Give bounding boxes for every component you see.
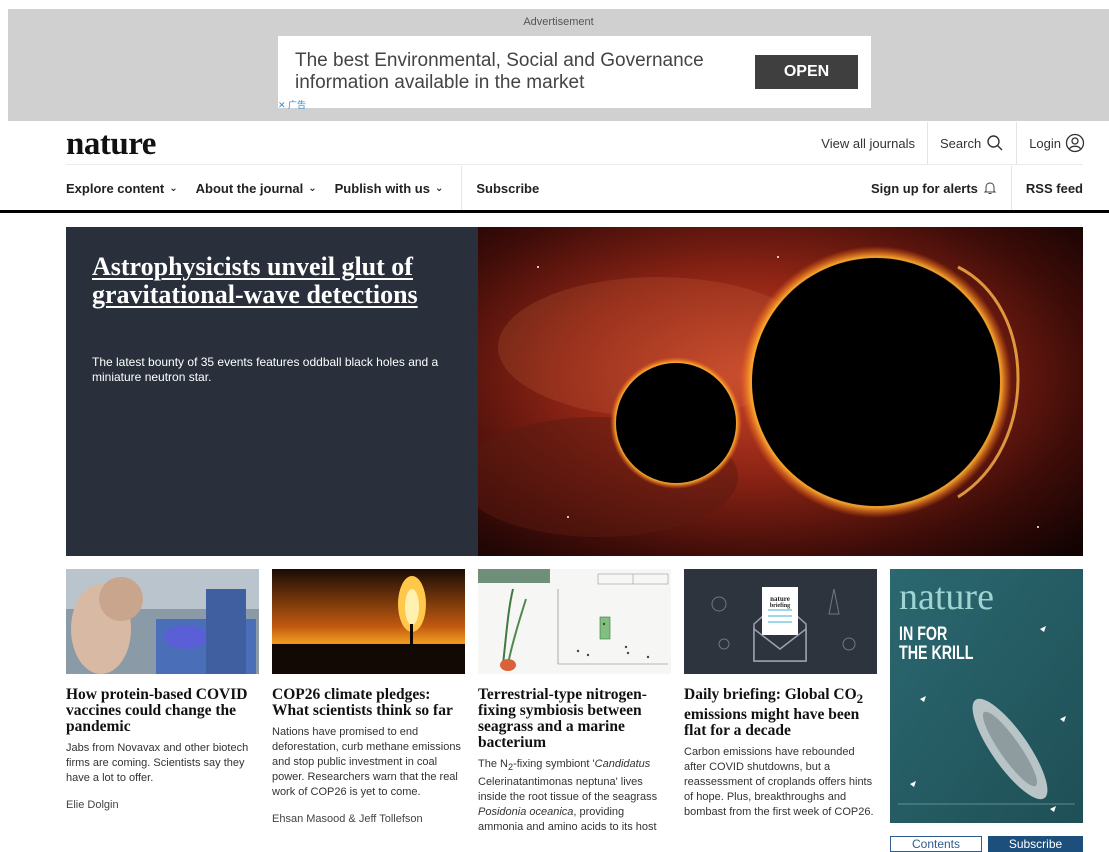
main-navigation: Explore content ⌄ About the journal ⌄ Publ… xyxy=(66,166,1083,210)
ad-label: Advertisement xyxy=(523,16,594,28)
news-card-protein-vaccines[interactable]: How protein-based COVID vaccines could c… xyxy=(66,569,259,811)
hero-title-link[interactable]: Astrophysicists unveil glut of gravitati… xyxy=(92,253,462,309)
advertisement-banner: Advertisement The best Environmental, So… xyxy=(8,9,1109,121)
svg-text:briefing: briefing xyxy=(770,603,790,609)
nav-bottom-rule xyxy=(0,210,1109,213)
cover-subscribe-button[interactable]: Subscribe xyxy=(988,836,1083,852)
bell-icon xyxy=(983,182,997,194)
cover-headline-line1: IN FOR xyxy=(899,624,948,645)
alerts-label: Sign up for alerts xyxy=(871,180,978,196)
hero-feature[interactable]: Astrophysicists unveil glut of gravitati… xyxy=(66,227,1083,556)
sign-up-alerts-link[interactable]: Sign up for alerts xyxy=(871,181,997,196)
card-title[interactable]: Daily briefing: Global CO2 emissions mig… xyxy=(684,687,877,739)
ad-choices-icon[interactable]: ✕ 广告 xyxy=(278,100,306,110)
card-summary: Nations have promised to end deforestati… xyxy=(272,726,461,798)
chevron-down-icon: ⌄ xyxy=(308,182,317,194)
card-title[interactable]: COP26 climate pledges: What scientists t… xyxy=(272,687,465,719)
hero-text-panel: Astrophysicists unveil glut of gravitati… xyxy=(66,227,478,556)
user-icon xyxy=(1065,133,1085,153)
card-summary: Jabs from Novavax and other biotech firm… xyxy=(66,742,249,784)
title-subscript: 2 xyxy=(856,691,864,707)
search-icon xyxy=(987,135,1003,151)
card-title[interactable]: How protein-based COVID vaccines could c… xyxy=(66,687,259,735)
nav-publish-with-us[interactable]: Publish with us ⌄ xyxy=(335,181,444,196)
cover-contents-button[interactable]: Contents xyxy=(890,836,982,852)
chevron-down-icon: ⌄ xyxy=(434,182,444,194)
nav-subscribe[interactable]: Subscribe xyxy=(476,181,539,196)
nav-about-label: About the journal xyxy=(195,180,304,196)
rss-label: RSS feed xyxy=(1025,180,1083,196)
card-image-gas-flare[interactable] xyxy=(272,569,465,674)
summary-part: -fixing symbiont ' xyxy=(513,758,595,770)
hero-image-black-holes[interactable] xyxy=(478,227,1083,556)
nav-about-journal[interactable]: About the journal ⌄ xyxy=(196,181,317,196)
cover-headline: IN FOR THE KRILL xyxy=(899,625,973,663)
summary-part: The N xyxy=(478,758,508,770)
news-card-daily-briefing[interactable]: nature briefing Daily briefing: Global C… xyxy=(684,569,877,820)
summary-italic: Posidonia oceanica xyxy=(478,806,574,819)
chevron-down-icon: ⌄ xyxy=(169,182,178,194)
hero-subtitle: The latest bounty of 35 events features … xyxy=(92,355,439,384)
search-label: Search xyxy=(939,135,982,151)
card-image-figure-chart[interactable] xyxy=(478,569,671,674)
card-summary: The N2-fixing symbiont 'Candidatus Celer… xyxy=(478,757,671,835)
rss-feed-link[interactable]: RSS feed xyxy=(1026,181,1083,196)
header-divider-line xyxy=(66,164,1083,165)
cover-actions: Contents Subscribe xyxy=(890,836,1083,852)
title-part: emissions might have been flat for a dec… xyxy=(684,706,860,740)
card-summary: Carbon emissions have rebounded after CO… xyxy=(684,746,874,819)
card-author: Ehsan Masood & Jeff Tollefson xyxy=(272,813,423,825)
research-card-seagrass-symbiosis[interactable]: Terrestrial-type nitrogen-fixing symbios… xyxy=(478,569,671,835)
card-author: Elie Dolgin xyxy=(66,799,119,811)
nav-explore-label: Explore content xyxy=(66,180,165,196)
header-utility-links: View all journals Search Login xyxy=(809,122,1085,164)
nav-subscribe-label: Subscribe xyxy=(476,180,540,196)
ad-box[interactable]: The best Environmental, Social and Gover… xyxy=(278,36,871,110)
nav-divider xyxy=(1010,166,1012,210)
card-title[interactable]: Terrestrial-type nitrogen-fixing symbios… xyxy=(478,687,671,751)
login-label: Login xyxy=(1029,135,1061,151)
magazine-cover[interactable]: nature IN FOR THE KRILL xyxy=(890,569,1083,823)
svg-text:nature: nature xyxy=(770,595,790,603)
card-image-nature-briefing[interactable]: nature briefing xyxy=(684,569,877,674)
news-card-cop26-pledges[interactable]: COP26 climate pledges: What scientists t… xyxy=(272,569,465,825)
nav-explore-content[interactable]: Explore content ⌄ xyxy=(66,181,178,196)
title-part: Daily briefing: Global CO xyxy=(684,686,857,703)
nav-publish-label: Publish with us xyxy=(334,180,430,196)
card-image-vaccine[interactable] xyxy=(66,569,259,674)
summary-italic: Candidatus xyxy=(594,758,651,770)
login-button[interactable]: Login xyxy=(1017,122,1085,164)
summary-part: Celerinatantimonas neptuna' lives inside… xyxy=(478,776,658,804)
cover-headline-line2: THE KRILL xyxy=(899,643,974,664)
nav-divider xyxy=(461,166,463,210)
view-all-journals-label: View all journals xyxy=(821,135,915,151)
search-button[interactable]: Search xyxy=(928,122,1016,164)
cover-masthead: nature xyxy=(899,576,994,618)
view-all-journals-link[interactable]: View all journals xyxy=(809,122,927,164)
nature-logo[interactable]: nature xyxy=(66,126,156,163)
ad-text[interactable]: The best Environmental, Social and Gover… xyxy=(295,50,735,94)
ad-open-button[interactable]: OPEN xyxy=(755,55,858,89)
